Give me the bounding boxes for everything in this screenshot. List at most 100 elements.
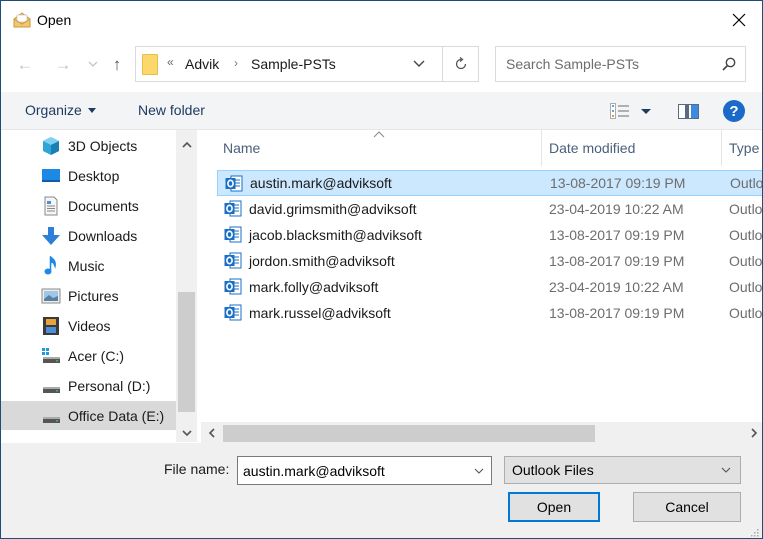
- file-type: Outlo: [729, 201, 763, 217]
- sidebar-item-personal-d[interactable]: Personal (D:): [1, 371, 176, 400]
- sidebar-item-pictures[interactable]: Pictures: [1, 281, 176, 310]
- column-header-name[interactable]: Name: [223, 130, 260, 166]
- scrollbar-thumb[interactable]: [223, 425, 595, 442]
- breadcrumb-overflow[interactable]: «: [167, 55, 174, 69]
- chevron-down-icon: [88, 61, 98, 67]
- file-date-modified: 13-08-2017 09:19 PM: [549, 253, 685, 269]
- scroll-left-button[interactable]: [201, 422, 221, 443]
- search-input[interactable]: Search Sample-PSTs: [506, 56, 639, 72]
- dialog-footer: File name: austin.mark@adviksoft Outlook…: [1, 443, 762, 538]
- breadcrumb-advik[interactable]: Advik: [185, 56, 219, 72]
- sidebar-label: Documents: [68, 197, 139, 214]
- organize-label: Organize: [25, 102, 82, 118]
- file-date-modified: 13-08-2017 09:19 PM: [550, 175, 686, 191]
- music-icon: [44, 255, 56, 274]
- recent-locations-button[interactable]: [83, 53, 103, 75]
- caret-down-icon: [87, 108, 96, 113]
- sidebar-item-documents[interactable]: Documents: [1, 191, 176, 220]
- column-header-type[interactable]: Type: [729, 130, 759, 166]
- sidebar-label: Desktop: [68, 167, 120, 184]
- outlook-data-file-icon: [224, 304, 242, 321]
- search-icon: [722, 57, 736, 71]
- preview-pane-icon[interactable]: [678, 104, 699, 119]
- chevron-down-icon: [474, 468, 484, 474]
- file-name: jacob.blacksmith@adviksoft: [249, 227, 422, 243]
- file-name: mark.folly@adviksoft: [249, 279, 379, 295]
- sort-ascending-icon: [373, 131, 385, 138]
- file-row[interactable]: austin.mark@adviksoft 13-08-2017 09:19 PM…: [217, 170, 762, 196]
- scroll-right-button[interactable]: [744, 422, 762, 443]
- views-dropdown-button[interactable]: [641, 109, 651, 114]
- file-type-dropdown-button[interactable]: [718, 462, 734, 478]
- sidebar-item-downloads[interactable]: Downloads: [1, 221, 176, 250]
- details-view-icon[interactable]: [610, 103, 630, 119]
- desktop-icon: [42, 168, 60, 182]
- column-divider[interactable]: [541, 130, 542, 166]
- sidebar-label: Music: [68, 257, 105, 274]
- file-date-modified: 23-04-2019 10:22 AM: [549, 279, 684, 295]
- sidebar-item-office-data-e[interactable]: Office Data (E:): [1, 401, 176, 430]
- column-header-date-modified[interactable]: Date modified: [549, 130, 635, 166]
- sidebar-vertical-scrollbar[interactable]: [176, 130, 197, 442]
- organize-button[interactable]: Organize: [25, 102, 96, 118]
- open-dialog: Open ← → ↑ « Advik › Sample-PSTs Search …: [0, 0, 763, 539]
- refresh-icon: [455, 57, 467, 70]
- chevron-down-icon: [721, 467, 731, 473]
- file-list-horizontal-scrollbar[interactable]: [201, 422, 762, 443]
- file-row[interactable]: jacob.blacksmith@adviksoft 13-08-2017 09:…: [217, 222, 762, 248]
- forward-button[interactable]: →: [53, 54, 73, 76]
- open-button[interactable]: Open: [508, 492, 600, 522]
- file-type-select[interactable]: Outlook Files: [504, 456, 741, 484]
- sidebar-item-3d-objects[interactable]: 3D Objects: [1, 131, 176, 160]
- file-row[interactable]: mark.folly@adviksoft 23-04-2019 10:22 AM O…: [217, 274, 762, 300]
- file-row[interactable]: david.grimsmith@adviksoft 23-04-2019 10:2…: [217, 196, 763, 222]
- sidebar-label: Office Data (E:): [68, 407, 165, 424]
- scrollbar-thumb[interactable]: [178, 292, 195, 412]
- file-name-dropdown-button[interactable]: [471, 463, 487, 479]
- file-name-input[interactable]: austin.mark@adviksoft: [243, 463, 385, 479]
- videos-icon: [43, 316, 59, 335]
- documents-icon: [44, 196, 58, 215]
- sidebar-item-acer-c[interactable]: Acer (C:): [1, 341, 176, 370]
- help-button[interactable]: ?: [723, 100, 745, 122]
- sidebar-item-music[interactable]: Music: [1, 251, 176, 280]
- system-drive-icon: [42, 347, 60, 363]
- sidebar-label: Pictures: [68, 287, 119, 304]
- sidebar-item-desktop[interactable]: Desktop: [1, 161, 176, 190]
- search-box[interactable]: Search Sample-PSTs: [495, 46, 746, 82]
- file-type-value: Outlook Files: [512, 462, 594, 478]
- up-button[interactable]: ↑: [107, 54, 127, 76]
- chevron-up-icon: [181, 141, 192, 148]
- 3d-objects-icon: [43, 136, 59, 155]
- scroll-up-button[interactable]: [176, 135, 197, 153]
- breadcrumb-separator[interactable]: ›: [234, 56, 238, 70]
- folder-icon: [142, 54, 158, 75]
- command-toolbar: Organize New folder ?: [1, 92, 762, 130]
- file-row[interactable]: jordon.smith@adviksoft 13-08-2017 09:19 P…: [217, 248, 763, 274]
- window-title: Open: [37, 12, 72, 28]
- outlook-data-file-icon: [224, 200, 242, 217]
- file-name: david.grimsmith@adviksoft: [249, 201, 417, 217]
- outlook-data-file-icon: [224, 278, 242, 295]
- cancel-button[interactable]: Cancel: [633, 492, 741, 522]
- file-row[interactable]: mark.russel@adviksoft 13-08-2017 09:19 PM…: [217, 300, 763, 326]
- file-name-combobox[interactable]: austin.mark@adviksoft: [237, 456, 492, 485]
- sidebar-item-videos[interactable]: Videos: [1, 311, 176, 340]
- address-bar[interactable]: « Advik › Sample-PSTs: [135, 46, 479, 82]
- arrow-right-icon: →: [54, 55, 72, 74]
- address-dropdown-button[interactable]: [408, 53, 430, 75]
- scroll-down-button[interactable]: [176, 424, 197, 442]
- new-folder-button[interactable]: New folder: [138, 102, 205, 118]
- resize-grip-icon[interactable]: [749, 527, 759, 537]
- arrow-up-icon: ↑: [112, 55, 122, 74]
- arrow-left-icon: ←: [16, 55, 34, 74]
- close-button[interactable]: [716, 1, 762, 39]
- file-type: Outlo: [729, 305, 763, 321]
- title-bar: Open: [1, 1, 762, 39]
- refresh-button[interactable]: [448, 53, 474, 75]
- file-type: Outlo: [729, 253, 763, 269]
- back-button[interactable]: ←: [15, 54, 35, 76]
- column-divider[interactable]: [721, 130, 722, 166]
- breadcrumb-sample-psts[interactable]: Sample-PSTs: [251, 56, 336, 72]
- file-date-modified: 13-08-2017 09:19 PM: [549, 305, 685, 321]
